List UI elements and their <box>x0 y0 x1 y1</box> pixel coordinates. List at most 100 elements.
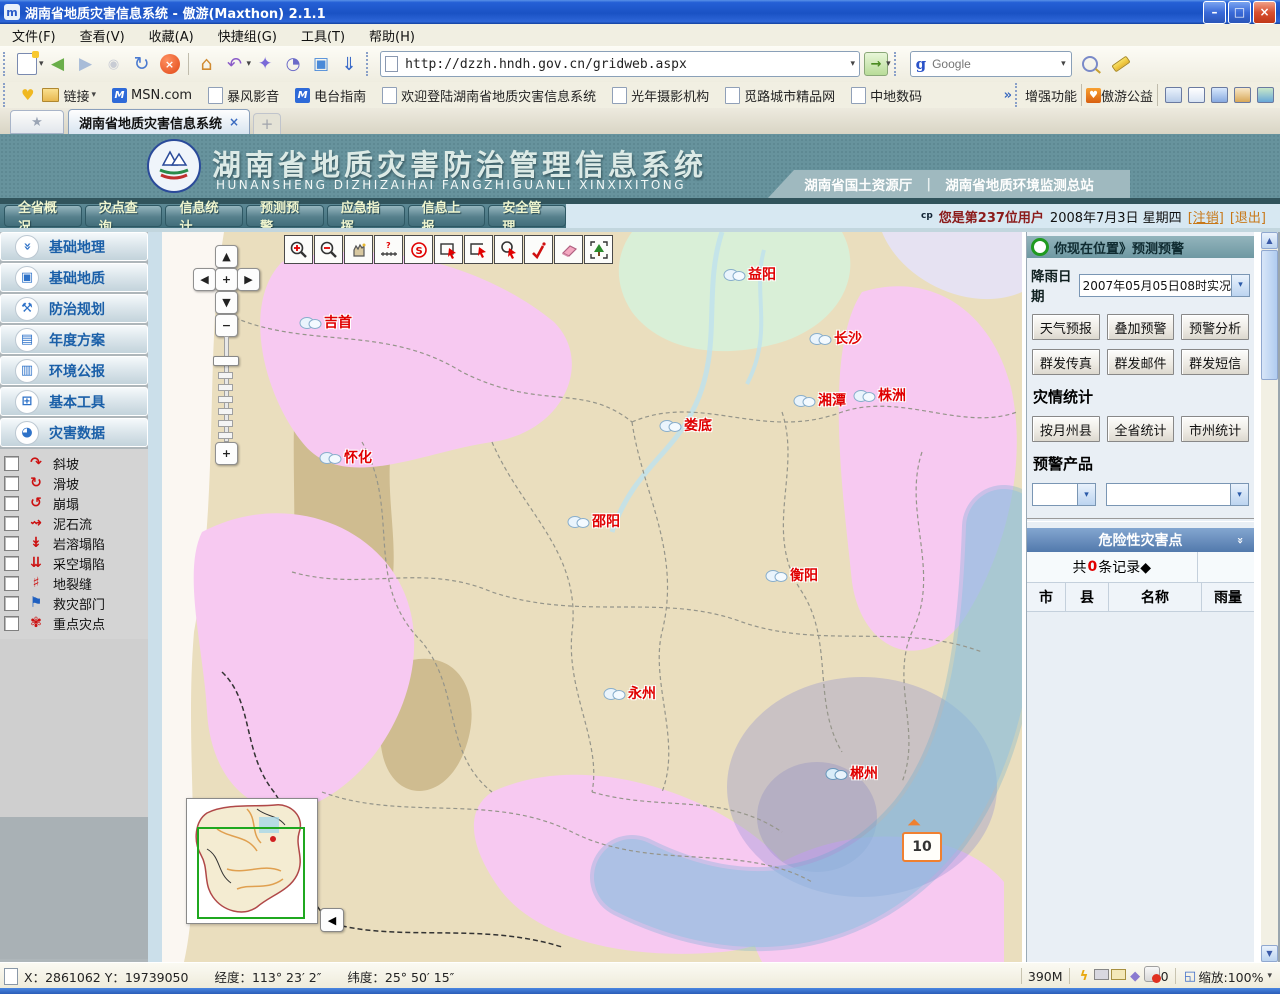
rainfall-flag-marker[interactable]: 10 <box>902 832 942 862</box>
new-page-button[interactable] <box>14 51 40 77</box>
panel-prevention-plan[interactable]: ⚒防治规划 <box>0 294 148 323</box>
full-extent-tool[interactable] <box>584 235 613 264</box>
scroll-down-button[interactable]: ▼ <box>1261 945 1278 962</box>
pan-up-button[interactable]: ▲ <box>215 245 238 268</box>
magic-wand-button[interactable]: ✦ <box>252 51 278 77</box>
panel-annual-plan[interactable]: ▤年度方案 <box>0 325 148 354</box>
layer-checkbox[interactable] <box>4 616 19 631</box>
search-icon[interactable] <box>1082 56 1098 72</box>
undo-button[interactable]: ↶ <box>222 51 248 77</box>
highlighter-icon[interactable] <box>1111 56 1130 73</box>
city-marker[interactable]: 郴州 <box>824 763 878 783</box>
scroll-thumb[interactable] <box>1261 250 1278 380</box>
city-stats-button[interactable]: 市州统计 <box>1181 416 1249 442</box>
link-hunan-geo[interactable]: 欢迎登陆湖南省地质灾害信息系统 <box>382 86 596 105</box>
plugin-icon[interactable] <box>1257 87 1274 103</box>
link-msn[interactable]: MMSN.com <box>112 88 192 103</box>
panel-base-geography[interactable]: »基础地理 <box>0 232 148 261</box>
layer-checkbox[interactable] <box>4 496 19 511</box>
tab-close-icon[interactable]: × <box>229 115 239 129</box>
select-polygon-tool[interactable] <box>464 235 493 264</box>
mass-fax-button[interactable]: 群发传真 <box>1032 349 1100 375</box>
menu-groups[interactable]: 快捷组(G) <box>206 26 289 45</box>
maximize-button[interactable]: □ <box>1228 1 1251 24</box>
nav-info-stats[interactable]: 信息统计 <box>165 205 243 227</box>
link-photo[interactable]: 光年摄影机构 <box>612 86 709 105</box>
pan-down-button[interactable]: ▼ <box>215 291 238 314</box>
layer-checkbox[interactable] <box>4 596 19 611</box>
monthly-county-button[interactable]: 按月州县 <box>1032 416 1100 442</box>
add-point-tool[interactable] <box>524 235 553 264</box>
window-refresh-button[interactable]: ▣ <box>308 51 334 77</box>
province-stats-button[interactable]: 全省统计 <box>1107 416 1175 442</box>
link-zhongdi[interactable]: 中地数码 <box>851 86 922 105</box>
city-marker[interactable]: 湘潭 <box>792 390 846 410</box>
page-scrollbar[interactable]: ▲ ▼ <box>1261 232 1278 962</box>
back-button[interactable]: ◀ <box>45 51 71 77</box>
go-dropdown[interactable]: ▾ <box>886 59 891 69</box>
sidebar-splitter[interactable] <box>148 232 163 962</box>
brush-icon[interactable] <box>1234 87 1251 103</box>
link-land-resources[interactable]: 湖南省国土资源厅 <box>804 174 912 194</box>
zoom-slider-handle[interactable] <box>213 356 239 366</box>
new-tab-button[interactable]: + <box>253 113 281 134</box>
menu-tools[interactable]: 工具(T) <box>289 26 357 45</box>
maxthon-charity-link[interactable]: 傲游公益 <box>1101 86 1153 105</box>
rain-date-select[interactable]: 2007年05月05日08时实况 ▾ <box>1079 274 1250 297</box>
warning-analysis-button[interactable]: 预警分析 <box>1181 314 1249 340</box>
select-circle-tool[interactable] <box>494 235 523 264</box>
logout-link[interactable]: [注销] <box>1188 207 1224 226</box>
layer-checkbox[interactable] <box>4 516 19 531</box>
overview-collapse-button[interactable]: ◀ <box>320 908 344 932</box>
close-button[interactable]: × <box>1253 1 1276 24</box>
search-engine-dropdown[interactable]: ▾ <box>1061 59 1066 69</box>
nav-info-report[interactable]: 信息上报 <box>408 205 486 227</box>
measure-distance-tool[interactable]: ? <box>374 235 403 264</box>
layer-checkbox[interactable] <box>4 536 19 551</box>
nav-security[interactable]: 安全管理 <box>488 205 566 227</box>
measure-area-tool[interactable]: S <box>404 235 433 264</box>
favorites-star-button[interactable]: ★ <box>10 110 64 134</box>
weather-forecast-button[interactable]: 天气预报 <box>1032 314 1100 340</box>
city-marker[interactable]: 长沙 <box>808 328 862 348</box>
overlay-warning-button[interactable]: 叠加预警 <box>1107 314 1175 340</box>
link-geo-monitoring[interactable]: 湖南省地质环境监测总站 <box>945 174 1094 194</box>
danger-points-header[interactable]: 危险性灾害点 » <box>1027 528 1254 552</box>
panel-disaster-data[interactable]: ◕灾害数据 <box>0 418 148 447</box>
address-bar[interactable]: ▾ <box>380 51 860 77</box>
zoom-level[interactable]: 缩放:100% <box>1199 967 1264 986</box>
new-page-dropdown[interactable]: ▾ <box>39 59 44 69</box>
window-icon[interactable] <box>1188 87 1205 103</box>
nav-emergency[interactable]: 应急指挥 <box>327 205 405 227</box>
zoom-in-button[interactable]: + <box>215 442 238 465</box>
select-rect-tool[interactable] <box>434 235 463 264</box>
proxy-diamond-icon[interactable]: ◆ <box>1127 969 1144 984</box>
download-button[interactable]: ⇓ <box>336 51 362 77</box>
city-marker[interactable]: 娄底 <box>658 415 712 435</box>
enhance-features-link[interactable]: 增强功能 <box>1025 86 1077 105</box>
layer-checkbox[interactable] <box>4 476 19 491</box>
nav-overview[interactable]: 全省概况 <box>4 205 82 227</box>
map-viewport[interactable]: ? S ▲ ◀ + ▶ ▼ − + 吉首 <box>162 232 1022 962</box>
filter-counter-icon[interactable] <box>1144 966 1161 986</box>
panel-env-bulletin[interactable]: ▥环境公报 <box>0 356 148 385</box>
recent-pages-dropdown[interactable]: ◉ <box>101 51 127 77</box>
undo-dropdown[interactable]: ▾ <box>247 59 252 69</box>
city-marker[interactable]: 益阳 <box>722 264 776 284</box>
city-marker[interactable]: 吉首 <box>298 312 352 332</box>
pan-center-button[interactable]: + <box>215 268 238 291</box>
overview-viewport-rect[interactable] <box>197 827 305 919</box>
go-button[interactable]: → <box>864 52 888 76</box>
menu-view[interactable]: 查看(V) <box>68 26 137 45</box>
city-marker[interactable]: 衡阳 <box>764 565 818 585</box>
city-marker[interactable]: 株洲 <box>852 385 906 405</box>
messenger-icon[interactable] <box>1165 87 1182 103</box>
layer-checkbox[interactable] <box>4 576 19 591</box>
nav-disaster-query[interactable]: 灾点查询 <box>85 205 163 227</box>
link-radio[interactable]: M电台指南 <box>295 86 366 105</box>
more-links-chevron[interactable]: » <box>1004 88 1012 103</box>
printer-icon[interactable] <box>1093 969 1110 984</box>
layer-checkbox[interactable] <box>4 456 19 471</box>
address-input[interactable] <box>403 56 847 73</box>
history-clock-button[interactable]: ◔ <box>280 51 306 77</box>
